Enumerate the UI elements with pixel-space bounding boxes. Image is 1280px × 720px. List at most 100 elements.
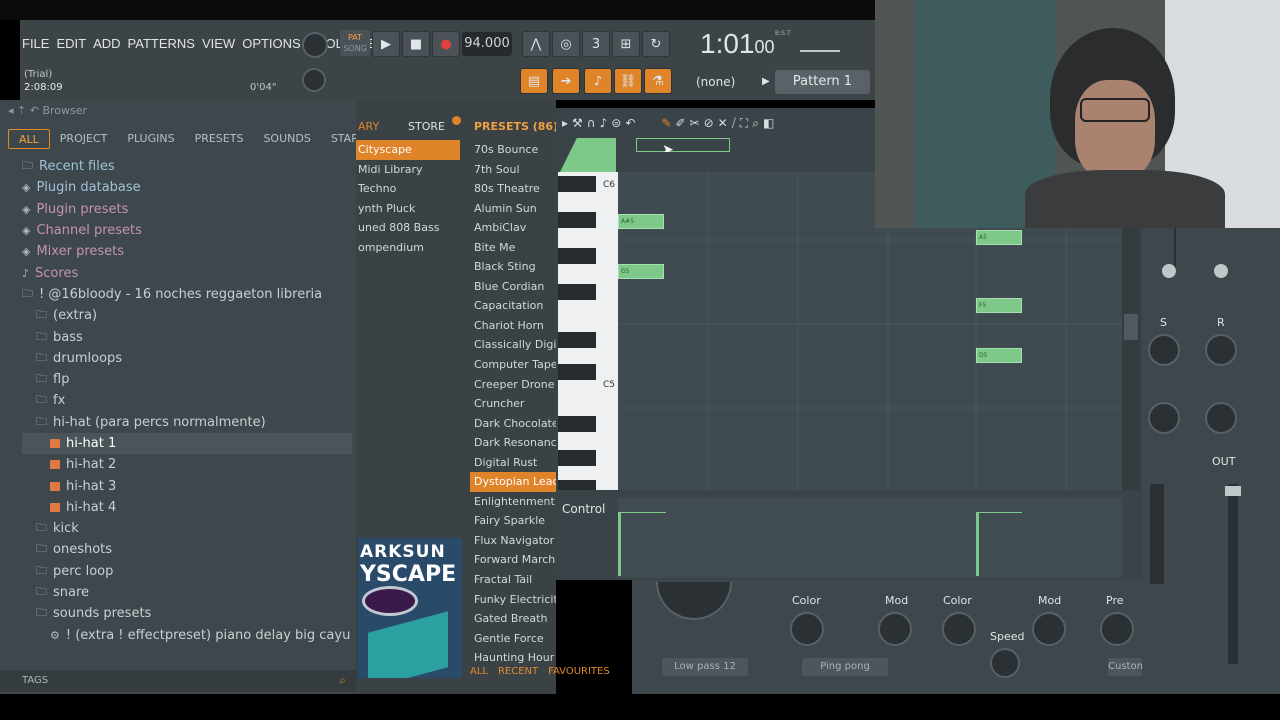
preset-filter-favourites[interactable]: FAVOURITES	[548, 666, 610, 677]
countdown-button[interactable]: 3	[582, 31, 610, 57]
preset-item[interactable]: Computer Tape	[470, 355, 556, 375]
preset-item[interactable]: Fairy Sparkle	[470, 511, 556, 531]
undo-icon[interactable]: ↶	[625, 116, 635, 130]
preset-item[interactable]: Dark Chocolate	[470, 414, 556, 434]
browser-item[interactable]: hi-hat 2	[22, 454, 352, 475]
slider-left-handle[interactable]	[1162, 264, 1176, 278]
stop-button[interactable]: ■	[402, 31, 430, 57]
tempo-display[interactable]: 94.000	[462, 32, 512, 56]
browser-item[interactable]: ◈ Plugin database	[22, 177, 352, 198]
plugin-button[interactable]: ⚗	[644, 68, 672, 94]
note-f5[interactable]: F5	[976, 298, 1022, 313]
piano-keyboard[interactable]: C6 C5	[558, 172, 618, 490]
filter-knob[interactable]	[656, 582, 732, 620]
knob-4[interactable]	[1205, 402, 1237, 434]
browser-tab-presets[interactable]: PRESETS	[185, 129, 254, 149]
browser-item[interactable]: ⚙ ! (extra ! effectpreset) piano delay bi…	[22, 625, 352, 646]
preset-item[interactable]: Dystopian Lead	[470, 472, 556, 492]
mod-knob-2[interactable]	[1032, 612, 1066, 646]
channel-rack-button[interactable]: ➔	[552, 68, 580, 94]
browser-item[interactable]: 🗀 snare	[22, 582, 352, 603]
black-key[interactable]	[558, 450, 596, 466]
color-knob-2[interactable]	[942, 612, 976, 646]
r-knob[interactable]	[1205, 334, 1237, 366]
preset-item[interactable]: Gentle Force	[470, 629, 556, 649]
browser-item[interactable]: ◈ Channel presets	[22, 220, 352, 241]
slice-icon[interactable]: ⧸	[732, 116, 736, 131]
menu-add[interactable]: ADD	[93, 36, 120, 51]
slider-right-handle[interactable]	[1214, 264, 1228, 278]
preset-item[interactable]: Capacitation	[470, 296, 556, 316]
browser-item[interactable]: ♪ Scores	[22, 262, 352, 283]
browser-item[interactable]: hi-hat 1	[22, 432, 352, 455]
preset-item[interactable]: Digital Rust	[470, 453, 556, 473]
preset-item[interactable]: Haunting Hour	[470, 648, 556, 668]
black-key[interactable]	[558, 212, 596, 228]
tools-icon[interactable]: ⚒	[572, 116, 583, 130]
control-select[interactable]: Control	[562, 502, 605, 516]
master-knob[interactable]	[302, 32, 328, 58]
play-button[interactable]: ▶	[372, 31, 400, 57]
preset-item[interactable]: Chariot Horn	[470, 316, 556, 336]
black-key[interactable]	[558, 416, 596, 432]
pitch-knob[interactable]	[302, 68, 326, 92]
preset-item[interactable]: Creeper Drone	[470, 375, 556, 395]
mute-x-icon[interactable]: ✕	[718, 116, 728, 130]
library-item[interactable]: ynth Pluck	[356, 199, 460, 219]
playlist-button[interactable]: ▤	[520, 68, 548, 94]
preset-item[interactable]: 80s Theatre	[470, 179, 556, 199]
piano-roll-button[interactable]: ♪	[584, 68, 612, 94]
library-item[interactable]: ompendium	[356, 238, 460, 258]
menu-options[interactable]: OPTIONS	[242, 36, 301, 51]
browser-tab-plugins[interactable]: PLUGINS	[117, 129, 184, 149]
search-icon[interactable]: ⌕	[339, 673, 346, 688]
playback-icon[interactable]: ◧	[763, 116, 774, 130]
library-item[interactable]: Techno	[356, 179, 460, 199]
menu-edit[interactable]: EDIT	[56, 36, 86, 51]
delay-mode-select[interactable]: Ping pong	[802, 658, 888, 676]
preset-item[interactable]: Classically Digita	[470, 335, 556, 355]
pre-knob[interactable]	[1100, 612, 1134, 646]
pat-song-toggle[interactable]: PAT SONG	[340, 30, 370, 56]
out-fader-handle[interactable]	[1225, 486, 1241, 496]
note-icon[interactable]: ♪	[600, 116, 608, 130]
preset-item[interactable]: 7th Soul	[470, 160, 556, 180]
metronome-button[interactable]: ⋀	[522, 31, 550, 57]
custom-select[interactable]: Custom	[1108, 658, 1142, 676]
list-icon[interactable]: ⊜	[611, 116, 621, 130]
browser-item[interactable]: 🗀 fx	[22, 390, 352, 411]
out-fader[interactable]	[1228, 484, 1238, 664]
browser-item[interactable]: 🗀 hi-hat (para percs normalmente)	[22, 412, 352, 433]
browser-item[interactable]: 🗀 oneshots	[22, 539, 352, 560]
browser-item[interactable]: ◈ Plugin presets	[22, 199, 352, 220]
browser-item[interactable]: 🗀 drumloops	[22, 348, 352, 369]
mute-icon[interactable]: ⊘	[704, 116, 714, 130]
menu-file[interactable]: FILE	[22, 36, 49, 51]
loop-record-button[interactable]: ↻	[642, 31, 670, 57]
preset-item[interactable]: Funky Electricity	[470, 590, 556, 610]
preset-item[interactable]: Enlightenment	[470, 492, 556, 512]
preset-item[interactable]: 70s Bounce	[470, 140, 556, 160]
browser-tab-sounds[interactable]: SOUNDS	[253, 129, 320, 149]
library-item[interactable]: uned 808 Bass	[356, 218, 460, 238]
record-button[interactable]: ●	[432, 31, 460, 57]
browser-item[interactable]: hi-hat 3	[22, 475, 352, 496]
menu-patterns[interactable]: PATTERNS	[128, 36, 195, 51]
s-knob[interactable]	[1148, 334, 1180, 366]
preset-item[interactable]: Bite Me	[470, 238, 556, 258]
note-d5[interactable]: D5	[976, 348, 1022, 363]
mod-knob-1[interactable]	[878, 612, 912, 646]
note-a5[interactable]: A5	[976, 230, 1022, 245]
browser-item[interactable]: 🗀 Recent files	[22, 156, 352, 177]
library-item[interactable]: Midi Library	[356, 160, 460, 180]
preset-item[interactable]: Alumin Sun	[470, 199, 556, 219]
volume-slider[interactable]	[800, 36, 840, 52]
browser-item[interactable]: ◈ Mixer presets	[22, 241, 352, 262]
velocity-bar[interactable]	[618, 512, 621, 576]
browser-tab-project[interactable]: PROJECT	[50, 129, 118, 149]
knob-3[interactable]	[1148, 402, 1180, 434]
preset-item[interactable]: Black Sting	[470, 257, 556, 277]
browser-item[interactable]: 🗀 flp	[22, 369, 352, 390]
preset-item[interactable]: AmbiClav	[470, 218, 556, 238]
pattern-none-select[interactable]: (none)	[680, 70, 770, 94]
